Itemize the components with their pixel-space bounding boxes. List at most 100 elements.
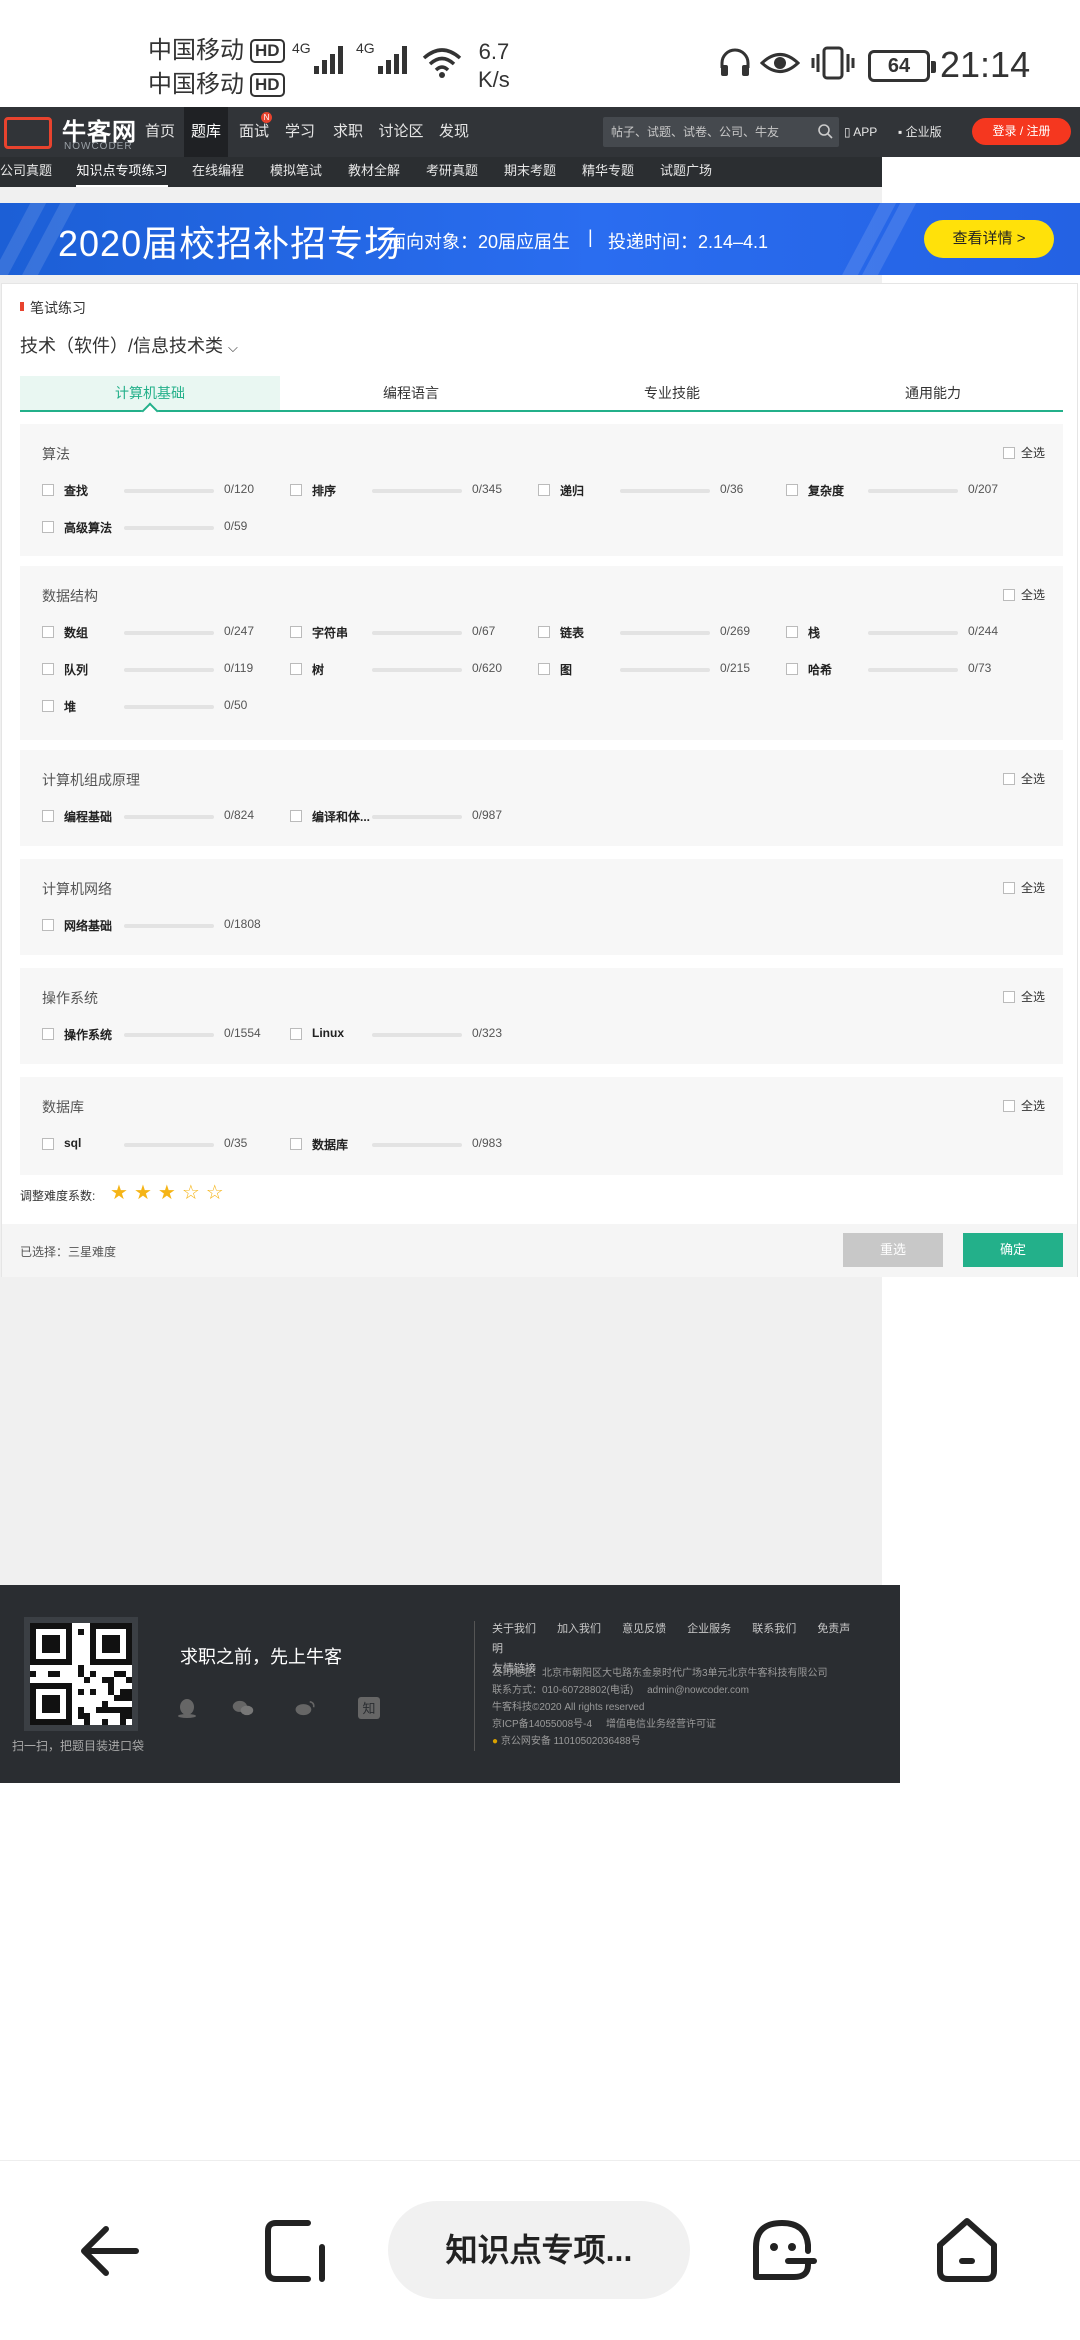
checkbox[interactable] (538, 484, 550, 496)
topic-item[interactable]: 队列 0/119 (42, 660, 272, 680)
topic-item[interactable]: 查找 0/120 (42, 481, 272, 501)
topic-item[interactable]: 编程基础 0/824 (42, 807, 272, 827)
footer-link-contact[interactable]: 联系我们 (752, 1623, 796, 1635)
nav-discover[interactable]: 发现 (434, 107, 474, 157)
select-all-checkbox[interactable]: 全选 (1002, 770, 1045, 787)
select-all-checkbox[interactable]: 全选 (1002, 1097, 1045, 1114)
reset-button[interactable]: 重选 (843, 1233, 943, 1267)
star-filled-icon[interactable]: ★ (134, 1183, 152, 1203)
subnav-featured[interactable]: 精华专题 (580, 157, 636, 187)
topic-item[interactable]: 图 0/215 (538, 660, 768, 680)
checkbox[interactable] (42, 1028, 54, 1040)
assistant-face-icon[interactable] (748, 2215, 818, 2285)
difficulty-stars[interactable]: ★ ★ ★ ☆ ☆ (110, 1183, 224, 1203)
topic-item[interactable]: 堆 0/50 (42, 697, 272, 717)
back-arrow-icon[interactable] (76, 2217, 144, 2285)
tab-general-abilities[interactable]: 通用能力 (803, 376, 1063, 410)
tab-programming-languages[interactable]: 编程语言 (281, 376, 541, 410)
icp-link[interactable]: 京ICP备14055008号-4 (492, 1719, 592, 1730)
checkbox[interactable] (42, 700, 54, 712)
nav-jobs[interactable]: 求职 (328, 107, 368, 157)
license-link[interactable]: 增值电信业务经营许可证 (606, 1719, 716, 1730)
subnav-postgrad[interactable]: 考研真题 (424, 157, 480, 187)
star-empty-icon[interactable]: ☆ (182, 1183, 200, 1203)
nav-learn[interactable]: 学习 (280, 107, 320, 157)
tab-computer-basics[interactable]: 计算机基础 (20, 376, 280, 410)
login-register-button[interactable]: 登录 / 注册 (972, 118, 1071, 145)
checkbox[interactable] (786, 626, 798, 638)
select-all-checkbox[interactable]: 全选 (1002, 988, 1045, 1005)
subnav-company-questions[interactable]: 公司真题 (0, 157, 52, 187)
checkbox[interactable] (290, 810, 302, 822)
checkbox[interactable] (786, 484, 798, 496)
nav-enterprise[interactable]: ▪ 企业版 (898, 107, 942, 157)
search-box[interactable]: 帖子、试题、试卷、公司、牛友 (603, 117, 839, 147)
topic-item[interactable]: 操作系统 0/1554 (42, 1025, 272, 1045)
select-all-checkbox[interactable]: 全选 (1002, 879, 1045, 896)
nav-home[interactable]: 首页 (140, 107, 180, 157)
checkbox[interactable] (290, 1138, 302, 1150)
footer-link-enterprise[interactable]: 企业服务 (687, 1623, 731, 1635)
topic-item[interactable]: 栈 0/244 (786, 623, 1016, 643)
weibo-icon[interactable] (294, 1697, 316, 1719)
checkbox[interactable] (786, 663, 798, 675)
checkbox[interactable] (42, 521, 54, 533)
checkbox[interactable] (42, 919, 54, 931)
topic-item[interactable]: Linux 0/323 (290, 1025, 520, 1045)
select-all-checkbox[interactable]: 全选 (1002, 586, 1045, 603)
footer-link-disclaimer[interactable]: 免责声明 (492, 1623, 850, 1655)
topic-item[interactable]: 复杂度 0/207 (786, 481, 1016, 501)
current-app-chip[interactable]: 知识点专项... (388, 2201, 690, 2299)
checkbox[interactable] (42, 1138, 54, 1150)
footer-link-about[interactable]: 关于我们 (492, 1623, 536, 1635)
subnav-knowledge-practice[interactable]: 知识点专项练习 (76, 157, 168, 187)
topic-item[interactable]: 数据库 0/983 (290, 1135, 520, 1155)
subnav-final-exam[interactable]: 期末考题 (502, 157, 558, 187)
home-icon[interactable] (932, 2215, 1002, 2285)
topic-item[interactable]: 哈希 0/73 (786, 660, 1016, 680)
category-dropdown[interactable]: 技术（软件）/信息技术类 ⌵ (20, 332, 238, 358)
topic-item[interactable]: 数组 0/247 (42, 623, 272, 643)
checkbox[interactable] (290, 1028, 302, 1040)
footer-link-feedback[interactable]: 意见反馈 (622, 1623, 666, 1635)
topic-item[interactable]: 编译和体... 0/987 (290, 807, 520, 827)
promo-banner[interactable]: 2020届校招补招专场 面向对象：20届应届生 | 投递时间：2.14–4.1 … (0, 203, 1080, 275)
topic-item[interactable]: 网络基础 0/1808 (42, 916, 272, 936)
zhihu-icon[interactable]: 知 (358, 1697, 380, 1719)
topic-item[interactable]: 高级算法 0/59 (42, 518, 272, 538)
site-logo[interactable]: 牛客网 NOWCODER (0, 111, 140, 155)
star-filled-icon[interactable]: ★ (110, 1183, 128, 1203)
nav-app[interactable]: ▯ APP (844, 107, 877, 157)
subnav-question-plaza[interactable]: 试题广场 (658, 157, 714, 187)
search-icon[interactable] (817, 123, 833, 139)
checkbox[interactable] (290, 626, 302, 638)
nav-interview[interactable]: 面试 N (232, 107, 276, 157)
checkbox[interactable] (538, 626, 550, 638)
checkbox[interactable] (290, 663, 302, 675)
topic-item[interactable]: sql 0/35 (42, 1135, 272, 1155)
wechat-icon[interactable] (232, 1697, 254, 1719)
topic-item[interactable]: 链表 0/269 (538, 623, 768, 643)
subnav-textbook[interactable]: 教材全解 (346, 157, 402, 187)
nav-question-bank[interactable]: 题库 (184, 107, 228, 157)
checkbox[interactable] (538, 663, 550, 675)
topic-item[interactable]: 树 0/620 (290, 660, 520, 680)
contact-email[interactable]: admin@nowcoder.com (647, 1685, 749, 1696)
topic-item[interactable]: 字符串 0/67 (290, 623, 520, 643)
checkbox[interactable] (42, 663, 54, 675)
footer-link-join[interactable]: 加入我们 (557, 1623, 601, 1635)
subnav-mock-exam[interactable]: 模拟笔试 (268, 157, 324, 187)
tab-professional-skills[interactable]: 专业技能 (542, 376, 802, 410)
checkbox[interactable] (42, 810, 54, 822)
view-details-button[interactable]: 查看详情 > (924, 220, 1054, 258)
checkbox[interactable] (290, 484, 302, 496)
multitask-icon[interactable] (262, 2217, 330, 2285)
search-input[interactable]: 帖子、试题、试卷、公司、牛友 (611, 123, 779, 140)
confirm-button[interactable]: 确定 (963, 1233, 1063, 1267)
select-all-checkbox[interactable]: 全选 (1002, 444, 1045, 461)
checkbox[interactable] (42, 626, 54, 638)
subnav-online-coding[interactable]: 在线编程 (190, 157, 246, 187)
topic-item[interactable]: 排序 0/345 (290, 481, 520, 501)
star-filled-icon[interactable]: ★ (158, 1183, 176, 1203)
topic-item[interactable]: 递归 0/36 (538, 481, 768, 501)
